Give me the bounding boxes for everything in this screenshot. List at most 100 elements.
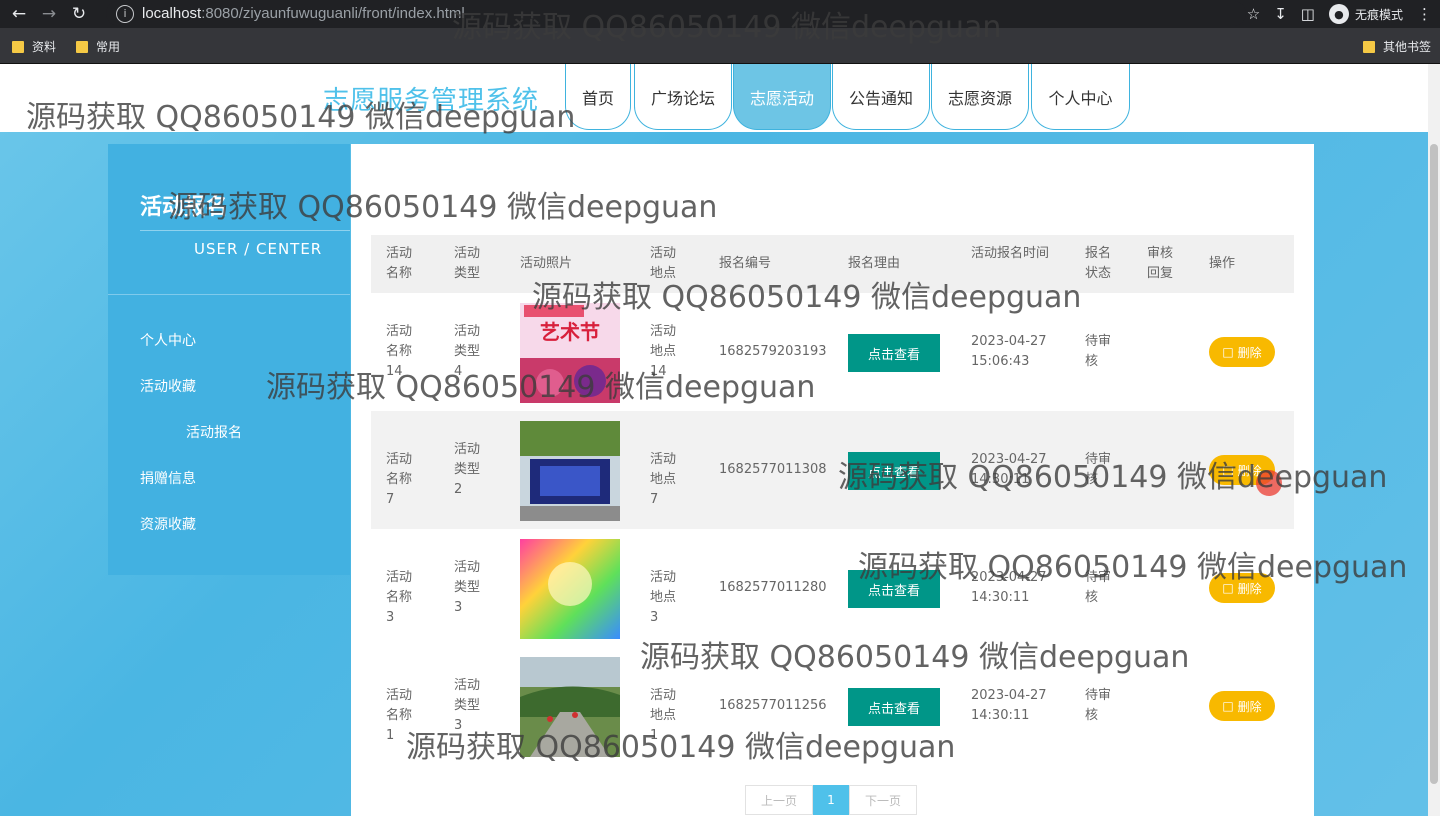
cursor-indicator [1256, 470, 1282, 496]
view-reason-button[interactable]: 点击查看 [848, 452, 940, 490]
trash-icon: □ [1222, 699, 1234, 713]
delete-label: 删除 [1237, 581, 1262, 596]
delete-button[interactable]: □ 删除 [1209, 573, 1275, 603]
nav-volunteer-activity[interactable]: 志愿活动 [733, 64, 831, 130]
folder-icon [12, 40, 24, 53]
site-header: 志愿服务管理系统 首页 广场论坛 志愿活动 公告通知 志愿资源 个人中心 [0, 64, 1440, 132]
column-header: 报名编号 [719, 256, 772, 271]
activity-place: 活动地点1 [650, 688, 677, 743]
column-header: 审核回复 [1147, 246, 1174, 281]
column-header: 活动照片 [520, 256, 573, 271]
signup-code: 1682579203193 [719, 344, 827, 359]
signup-status: 待审核 [1085, 334, 1112, 369]
column-header: 报名理由 [848, 256, 901, 271]
bookmark-folder-other[interactable]: 其他书签 [1363, 38, 1431, 55]
svg-text:艺术节: 艺术节 [540, 320, 600, 344]
activity-photo: 艺术节 [520, 303, 620, 403]
incognito-badge[interactable]: ● 无痕模式 [1328, 4, 1403, 24]
column-header: 操作 [1209, 256, 1236, 271]
activity-type: 活动类型3 [454, 560, 481, 615]
signup-time: 2023-04-27 14:30:11 [971, 570, 1047, 605]
view-reason-button[interactable]: 点击查看 [848, 688, 940, 726]
sidebar-title: 活动报名 [140, 195, 229, 220]
divider [108, 294, 350, 295]
nav-forum[interactable]: 广场论坛 [634, 64, 732, 130]
sidebar-item-personal-center[interactable]: 个人中心 [140, 330, 196, 350]
bookmark-label: 其他书签 [1383, 40, 1432, 54]
signup-time: 2023-04-27 15:06:43 [971, 334, 1047, 369]
url-host: localhost [142, 5, 202, 22]
pagination: 上一页 1 下一页 [745, 785, 917, 816]
browser-toolbar: ← → ↻ i localhost:8080/ziyaunfuwuguanli/… [0, 0, 1440, 28]
info-icon[interactable]: i [116, 4, 134, 23]
forward-icon[interactable]: → [34, 0, 64, 28]
nav-home[interactable]: 首页 [565, 64, 631, 130]
signup-status: 待审核 [1085, 688, 1112, 723]
bookmarks-bar: 资料 常用 其他书签 [0, 28, 1440, 64]
activity-type: 活动类型4 [454, 324, 481, 379]
delete-button[interactable]: □ 删除 [1209, 337, 1275, 367]
sidebar-item-resource-favorites[interactable]: 资源收藏 [140, 514, 196, 534]
main-panel: 活动名称 活动类型 活动照片 活动地点 报名编号 报名理由 活动报名时间 报名状… [351, 144, 1314, 816]
activity-name: 活动名称14 [386, 324, 413, 379]
delete-button[interactable]: □ 删除 [1209, 691, 1275, 721]
signup-code: 1682577011280 [719, 580, 827, 595]
menu-icon[interactable]: ⋮ [1417, 5, 1432, 23]
column-header: 活动名称 [386, 246, 413, 281]
table-row: 活动名称1 活动类型3 活动地点1 1682577011256 点击查看 202… [371, 647, 1294, 765]
activity-photo [520, 539, 620, 639]
signup-status: 待审核 [1085, 570, 1112, 605]
sidebar: 活动报名 USER / CENTER 个人中心 活动收藏 活动报名 捐赠信息 资… [108, 144, 350, 575]
bookmark-star-icon[interactable]: ☆ [1247, 5, 1260, 23]
activity-type: 活动类型2 [454, 442, 481, 497]
sidebar-subtitle: USER / CENTER [194, 240, 323, 258]
bookmark-folder-data[interactable]: 资料 [12, 38, 56, 55]
sidebar-item-donations[interactable]: 捐赠信息 [140, 468, 196, 488]
back-icon[interactable]: ← [4, 0, 34, 28]
bookmark-folder-common[interactable]: 常用 [76, 38, 120, 55]
signup-code: 1682577011308 [719, 462, 827, 477]
divider [140, 230, 350, 231]
address-bar[interactable]: i localhost:8080/ziyaunfuwuguanli/front/… [106, 1, 1246, 26]
nav-resources[interactable]: 志愿资源 [931, 64, 1029, 130]
download-icon[interactable]: ↧ [1274, 5, 1287, 23]
column-header: 活动报名时间 [971, 246, 1050, 261]
table-header: 活动名称 活动类型 活动照片 活动地点 报名编号 报名理由 活动报名时间 报名状… [371, 235, 1294, 293]
prev-page-button[interactable]: 上一页 [745, 785, 813, 815]
delete-label: 删除 [1237, 699, 1262, 714]
activity-place: 活动地点14 [650, 324, 677, 379]
scrollbar[interactable] [1428, 64, 1440, 816]
table-row: 活动名称7 活动类型2 活动地点7 1682577011308 点击查看 202… [371, 411, 1294, 529]
activity-type: 活动类型3 [454, 678, 481, 733]
activity-photo [520, 657, 620, 757]
activity-place: 活动地点7 [650, 452, 677, 507]
folder-icon [76, 40, 88, 53]
table-row: 活动名称14 活动类型4 艺术节 活动地点14 1682579203193 点击… [371, 293, 1294, 411]
column-header: 活动类型 [454, 246, 481, 281]
delete-label: 删除 [1237, 345, 1262, 360]
column-header: 报名状态 [1085, 246, 1112, 281]
nav-personal-center[interactable]: 个人中心 [1031, 64, 1130, 130]
bookmark-label: 常用 [96, 40, 121, 54]
view-reason-button[interactable]: 点击查看 [848, 334, 940, 372]
incognito-label: 无痕模式 [1354, 7, 1403, 22]
next-page-button[interactable]: 下一页 [849, 785, 917, 815]
nav-announcements[interactable]: 公告通知 [832, 64, 930, 130]
scrollbar-thumb[interactable] [1430, 144, 1438, 784]
activity-name: 活动名称3 [386, 570, 413, 625]
activity-name: 活动名称1 [386, 688, 413, 743]
sidebar-item-activity-favorites[interactable]: 活动收藏 [140, 376, 196, 396]
url-path: :8080/ziyaunfuwuguanli/front/index.html [201, 5, 465, 22]
sidebar-item-activity-signup[interactable]: 活动报名 [186, 422, 242, 442]
reload-icon[interactable]: ↻ [64, 0, 94, 28]
table-row: 活动名称3 活动类型3 活动地点3 1682577011280 点击查看 202… [371, 529, 1294, 647]
incognito-icon: ● [1328, 4, 1349, 24]
signup-time: 2023-04-27 14:30:11 [971, 688, 1047, 723]
activity-photo [520, 421, 620, 521]
sidepanel-icon[interactable]: ◫ [1301, 5, 1315, 23]
column-header: 活动地点 [650, 246, 677, 281]
page-1-button[interactable]: 1 [813, 785, 849, 815]
signup-code: 1682577011256 [719, 698, 827, 713]
view-reason-button[interactable]: 点击查看 [848, 570, 940, 608]
bookmark-label: 资料 [32, 40, 57, 54]
